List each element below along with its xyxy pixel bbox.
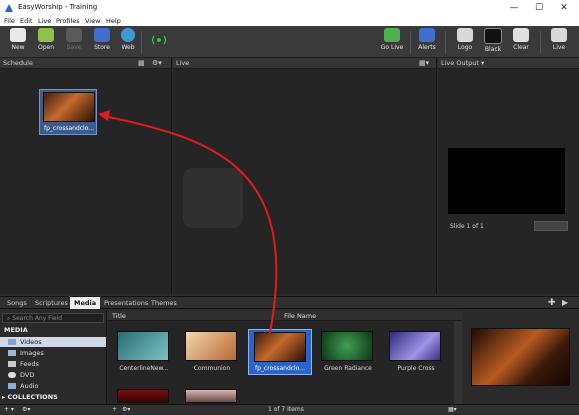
arrow-head [98,110,110,121]
arrow-path [103,115,278,334]
drag-arrow-annotation [98,110,278,334]
